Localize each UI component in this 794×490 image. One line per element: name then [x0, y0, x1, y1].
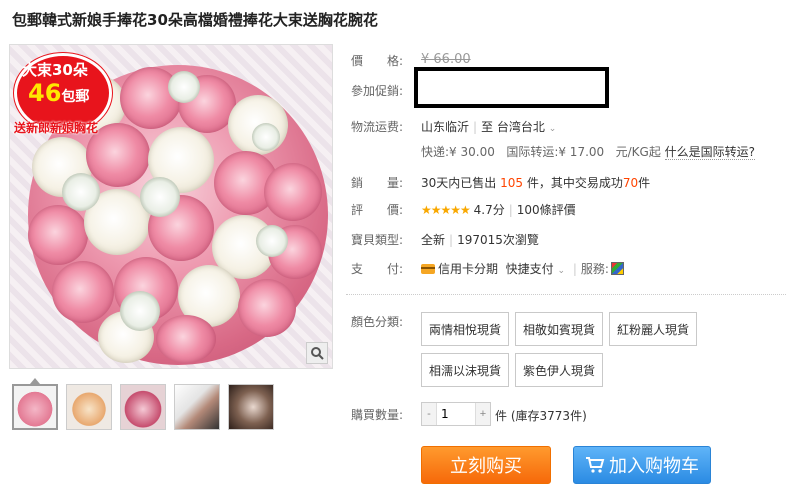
add-to-cart-label: 加入购物车 — [609, 456, 699, 477]
color-option-1[interactable]: 兩情相悅現貨 — [421, 312, 509, 346]
quantity-input[interactable] — [436, 403, 476, 425]
payment-options: 信用卡分期 快捷支付 ⌄ | 服務: — [421, 260, 624, 277]
service-icon[interactable] — [610, 262, 624, 275]
color-option-3[interactable]: 紅粉麗人現貨 — [609, 312, 697, 346]
original-price: ¥ 66.00 — [421, 52, 471, 67]
ship-from: 山东临沂 — [421, 120, 470, 134]
promo-label: 參加促銷: — [351, 84, 404, 98]
shipping-route: 山东临沂 | 至 台湾台北 ⌄ — [421, 120, 557, 134]
view-count: 197015次瀏覽 — [457, 233, 539, 247]
item-type-info: 全新 | 197015次瀏覽 — [421, 233, 539, 247]
quantity-decrease-button[interactable]: - — [422, 403, 436, 425]
star-rating-icon: ★★★★★ — [421, 203, 471, 217]
add-to-cart-button[interactable]: 加入购物车 — [573, 446, 711, 484]
sales-label: 銷 量: — [351, 176, 404, 190]
quantity-label: 購買數量: — [351, 408, 404, 422]
buy-now-button[interactable]: 立刻购买 — [421, 446, 551, 484]
credit-card-icon — [421, 264, 435, 274]
badge-line1: 大束30朵 — [22, 61, 88, 79]
payment-label: 支 付: — [351, 262, 404, 276]
thumbnail-3[interactable] — [120, 384, 166, 430]
thumbnail-5[interactable] — [228, 384, 274, 430]
product-main-image[interactable]: 大束30朵 46包郵 送新郎新娘胸花 — [9, 44, 333, 369]
section-divider — [346, 294, 786, 295]
promo-redacted-box — [414, 67, 609, 108]
color-option-2[interactable]: 相敬如賓現貨 — [515, 312, 603, 346]
color-option-5[interactable]: 紫色伊人現貨 — [515, 353, 603, 387]
badge-line3: 送新郎新娘胸花 — [14, 121, 99, 135]
badge-line2: 46包郵 — [28, 79, 90, 107]
price-label: 價 格: — [351, 54, 404, 68]
magnifier-icon[interactable] — [306, 342, 328, 364]
chevron-down-icon[interactable]: ⌄ — [558, 266, 566, 276]
quick-pay-link[interactable]: 快捷支付 — [506, 262, 554, 276]
item-type-label: 寶貝類型: — [351, 233, 404, 247]
product-title: 包郵韓式新娘手捧花30朵高檔婚禮捧花大束送胸花腕花 — [12, 11, 378, 29]
color-option-4[interactable]: 相濡以沫現貨 — [421, 353, 509, 387]
intl-transfer-help-link[interactable]: 什么是国际转运? — [664, 145, 756, 160]
ship-to-select[interactable]: 台湾台北 ⌄ — [497, 120, 556, 134]
shipping-fees: 快递:¥ 30.00 国际转运:¥ 17.00 元/KG起 什么是国际转运? — [421, 145, 756, 160]
shipping-label: 物流运费: — [351, 120, 404, 134]
thumbnail-strip — [12, 384, 274, 430]
shopping-cart-icon — [586, 457, 605, 473]
stock-info: 件 (庫存3773件) — [495, 409, 587, 423]
rating-label: 評 價: — [351, 203, 404, 217]
rating-count-link[interactable]: 100條評價 — [517, 203, 576, 217]
sales-info: 30天内已售出 105 件，其中交易成功70件 — [421, 176, 651, 190]
thumbnail-2[interactable] — [66, 384, 112, 430]
quantity-increase-button[interactable]: + — [476, 403, 490, 425]
credit-installment-link[interactable]: 信用卡分期 — [438, 262, 498, 276]
rating-info: ★★★★★ 4.7分 | 100條評價 — [421, 203, 576, 217]
rating-score: 4.7分 — [473, 203, 505, 217]
promo-badge: 大束30朵 46包郵 送新郎新娘胸花 — [10, 45, 122, 137]
color-label: 顏色分類: — [351, 315, 404, 329]
thumbnail-4[interactable] — [174, 384, 220, 430]
chevron-down-icon: ⌄ — [548, 124, 557, 134]
quantity-stepper: - + — [421, 402, 491, 426]
thumbnail-1[interactable] — [12, 384, 58, 430]
